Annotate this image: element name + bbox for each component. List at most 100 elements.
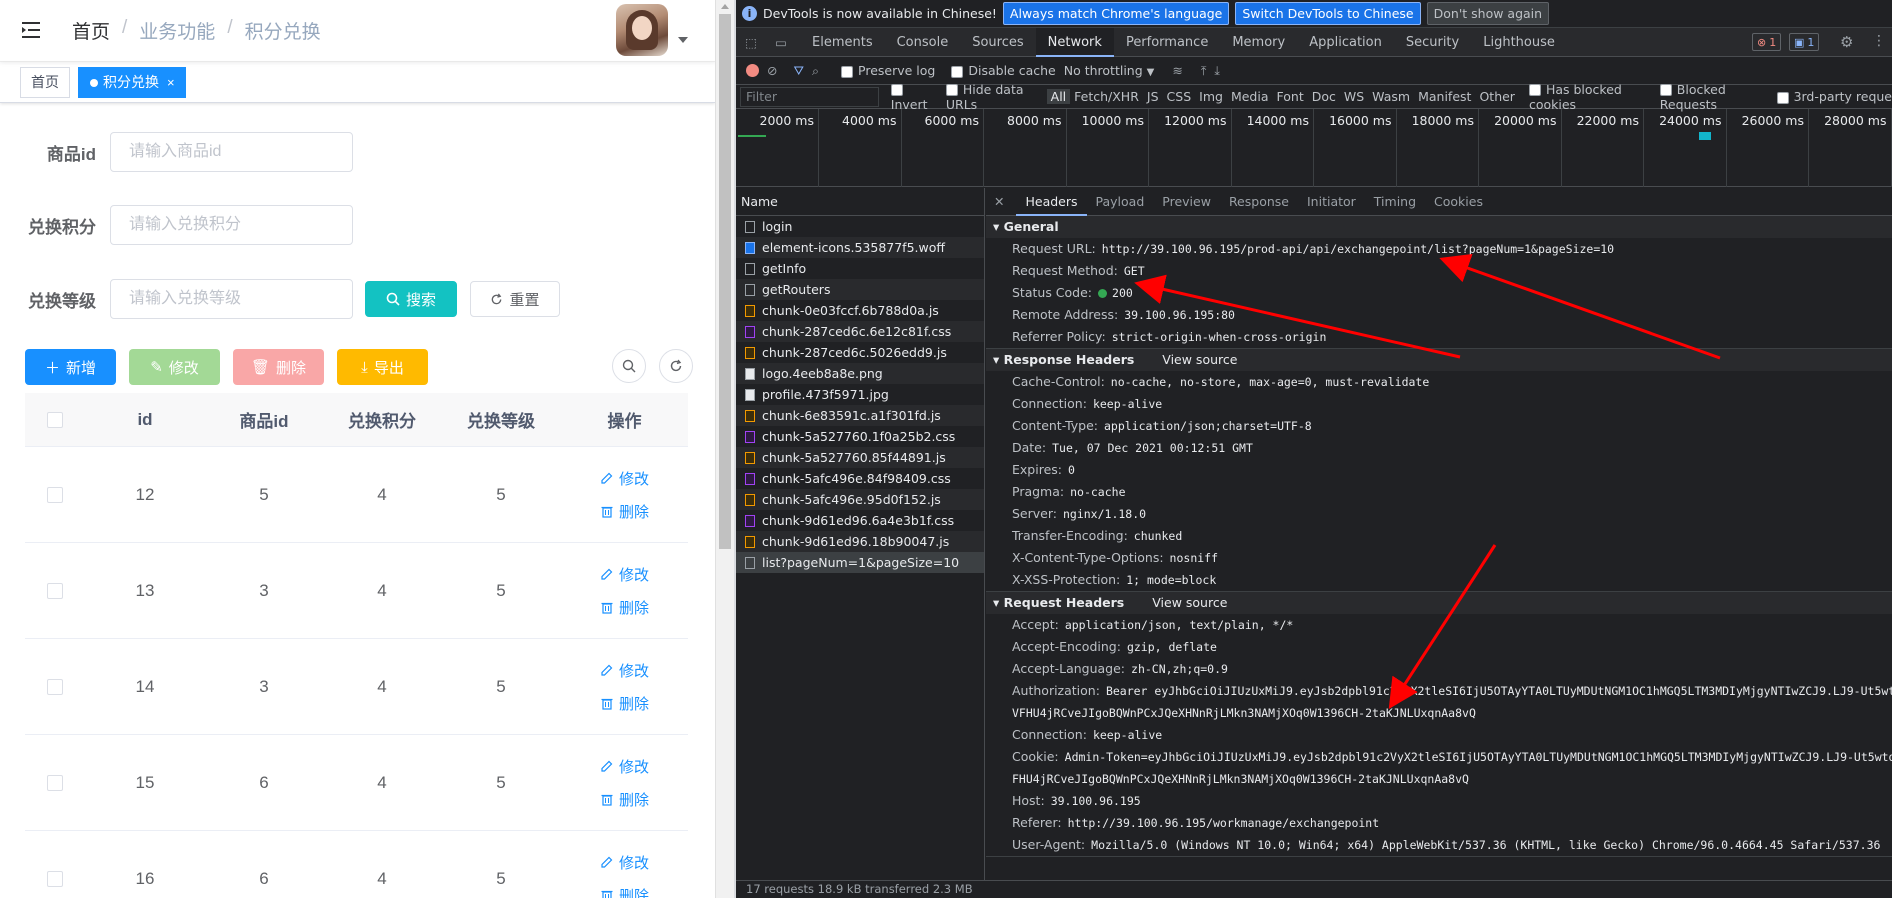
filter-type-js[interactable]: JS [1143, 89, 1163, 104]
match-language-button[interactable]: Always match Chrome's language [1002, 2, 1230, 25]
devtools-tab-elements[interactable]: Elements [800, 28, 885, 57]
points-input[interactable]: 请输入兑换积分 [110, 205, 353, 245]
response-view-source-link[interactable]: View source [1162, 352, 1237, 367]
hamburger-menu-icon[interactable] [20, 19, 42, 41]
request-headers-header[interactable]: ▾ Request Headers View source [986, 592, 1892, 614]
row-checkbox[interactable] [47, 486, 63, 503]
request-row[interactable]: chunk-6e83591c.a1f301fd.js [736, 405, 984, 426]
request-row[interactable]: chunk-5a527760.1f0a25b2.css [736, 426, 984, 447]
record-icon[interactable] [746, 64, 759, 77]
request-row[interactable]: logo.4eeb8a8e.png [736, 363, 984, 384]
detail-tab-timing[interactable]: Timing [1365, 188, 1425, 216]
breadcrumb-business[interactable]: 业务功能 [139, 17, 215, 44]
third-party-checkbox[interactable]: 3rd-party reque [1776, 89, 1892, 104]
general-header[interactable]: ▾ General [986, 216, 1892, 238]
request-row[interactable]: element-icons.535877f5.woff [736, 237, 984, 258]
request-row[interactable]: getInfo [736, 258, 984, 279]
detail-tab-cookies[interactable]: Cookies [1425, 188, 1492, 216]
row-delete-button[interactable]: 删除 [600, 885, 649, 898]
row-edit-button[interactable]: 修改 [600, 468, 649, 489]
request-row[interactable]: login [736, 216, 984, 237]
download-icon[interactable]: ⤓ [1214, 63, 1220, 79]
network-timeline[interactable]: 2000 ms 4000 ms 6000 ms 8000 ms 10000 ms 1200… [736, 109, 1892, 187]
gear-icon[interactable]: ⚙ [1840, 33, 1853, 51]
search-icon[interactable]: ⌕ [812, 63, 819, 79]
request-row[interactable]: chunk-9d61ed96.6a4e3b1f.css [736, 510, 984, 531]
export-button[interactable]: ⤓ 导出 [337, 349, 428, 385]
request-row[interactable]: chunk-5afc496e.95d0f152.js [736, 489, 984, 510]
scrollbar-thumb[interactable] [719, 14, 731, 549]
tag-close-icon[interactable]: × [167, 75, 175, 90]
row-delete-button[interactable]: 删除 [600, 789, 649, 810]
row-edit-button[interactable]: 修改 [600, 756, 649, 777]
level-input[interactable]: 请输入兑换等级 [110, 279, 353, 319]
request-row[interactable]: chunk-5a527760.85f44891.js [736, 447, 984, 468]
request-row[interactable]: chunk-0e03fccf.6b788d0a.js [736, 300, 984, 321]
request-row[interactable]: chunk-287ced6c.5026edd9.js [736, 342, 984, 363]
toggle-search-button[interactable] [612, 349, 646, 383]
clear-icon[interactable]: ⊘ [767, 63, 777, 78]
devtools-tab-network[interactable]: Network [1035, 27, 1114, 57]
request-row[interactable]: getRouters [736, 279, 984, 300]
message-count-badge[interactable]: ▣ 1 [1789, 33, 1820, 51]
devtools-tab-security[interactable]: Security [1394, 28, 1471, 57]
device-toolbar-icon[interactable]: ▭ [766, 35, 796, 50]
devtools-tab-application[interactable]: Application [1297, 28, 1394, 57]
filter-type-ws[interactable]: WS [1340, 89, 1368, 104]
blocked-cookies-checkbox[interactable]: Has blocked cookies [1528, 82, 1650, 112]
edit-button[interactable]: ✎ 修改 [129, 349, 220, 385]
filter-type-manifest[interactable]: Manifest [1414, 89, 1475, 104]
close-icon[interactable]: ✕ [994, 194, 1004, 209]
filter-type-doc[interactable]: Doc [1308, 89, 1340, 104]
wifi-icon[interactable]: ≋ [1172, 63, 1182, 78]
filter-input[interactable]: Filter [740, 86, 879, 107]
blocked-requests-checkbox[interactable]: Blocked Requests [1659, 82, 1767, 112]
filter-type-font[interactable]: Font [1273, 89, 1308, 104]
avatar[interactable] [616, 4, 668, 56]
product-id-input[interactable]: 请输入商品id [110, 132, 353, 172]
devtools-tab-console[interactable]: Console [885, 28, 961, 57]
name-column-header[interactable]: Name [736, 188, 984, 216]
filter-icon[interactable]: ⛛ [793, 63, 804, 79]
dont-show-again-button[interactable]: Don't show again [1426, 2, 1550, 25]
scroll-up-icon[interactable] [721, 4, 729, 9]
select-all-checkbox[interactable] [47, 411, 63, 428]
filter-type-fetchxhr[interactable]: Fetch/XHR [1070, 89, 1143, 104]
filter-type-all[interactable]: All [1046, 89, 1071, 104]
row-checkbox[interactable] [47, 678, 63, 695]
add-button[interactable]: ＋ 新增 [25, 349, 116, 385]
filter-type-media[interactable]: Media [1227, 89, 1273, 104]
request-row[interactable]: chunk-9d61ed96.18b90047.js [736, 531, 984, 552]
delete-button[interactable]: 🗑 删除 [233, 349, 324, 385]
request-row[interactable]: profile.473f5971.jpg [736, 384, 984, 405]
filter-type-img[interactable]: Img [1195, 89, 1227, 104]
detail-tab-headers[interactable]: Headers [1016, 188, 1087, 216]
breadcrumb-home[interactable]: 首页 [72, 17, 110, 44]
hide-data-urls-checkbox[interactable]: Hide data URLs [945, 82, 1041, 112]
tag-home[interactable]: 首页 [20, 67, 70, 98]
detail-tab-payload[interactable]: Payload [1087, 188, 1154, 216]
devtools-tab-sources[interactable]: Sources [960, 28, 1035, 57]
row-edit-button[interactable]: 修改 [600, 852, 649, 873]
detail-tab-initiator[interactable]: Initiator [1298, 188, 1365, 216]
row-edit-button[interactable]: 修改 [600, 660, 649, 681]
reset-button[interactable]: 重置 [470, 281, 560, 317]
invert-checkbox[interactable]: Invert [890, 82, 936, 112]
request-row[interactable]: chunk-5afc496e.84f98409.css [736, 468, 984, 489]
detail-tab-preview[interactable]: Preview [1153, 188, 1220, 216]
refresh-button[interactable] [659, 349, 693, 383]
row-checkbox[interactable] [47, 870, 63, 887]
row-delete-button[interactable]: 删除 [600, 693, 649, 714]
request-row[interactable]: chunk-287ced6c.6e12c81f.css [736, 321, 984, 342]
filter-type-other[interactable]: Other [1475, 89, 1519, 104]
preserve-log-checkbox[interactable]: Preserve log [841, 63, 935, 78]
error-count-badge[interactable]: ⊗ 1 [1752, 33, 1782, 51]
row-delete-button[interactable]: 删除 [600, 501, 649, 522]
filter-type-css[interactable]: CSS [1163, 89, 1196, 104]
filter-type-wasm[interactable]: Wasm [1368, 89, 1414, 104]
row-checkbox[interactable] [47, 774, 63, 791]
upload-icon[interactable]: ⤒ [1201, 63, 1207, 79]
switch-chinese-button[interactable]: Switch DevTools to Chinese [1235, 2, 1421, 25]
detail-tab-response[interactable]: Response [1220, 188, 1298, 216]
caret-down-icon[interactable] [678, 37, 688, 43]
